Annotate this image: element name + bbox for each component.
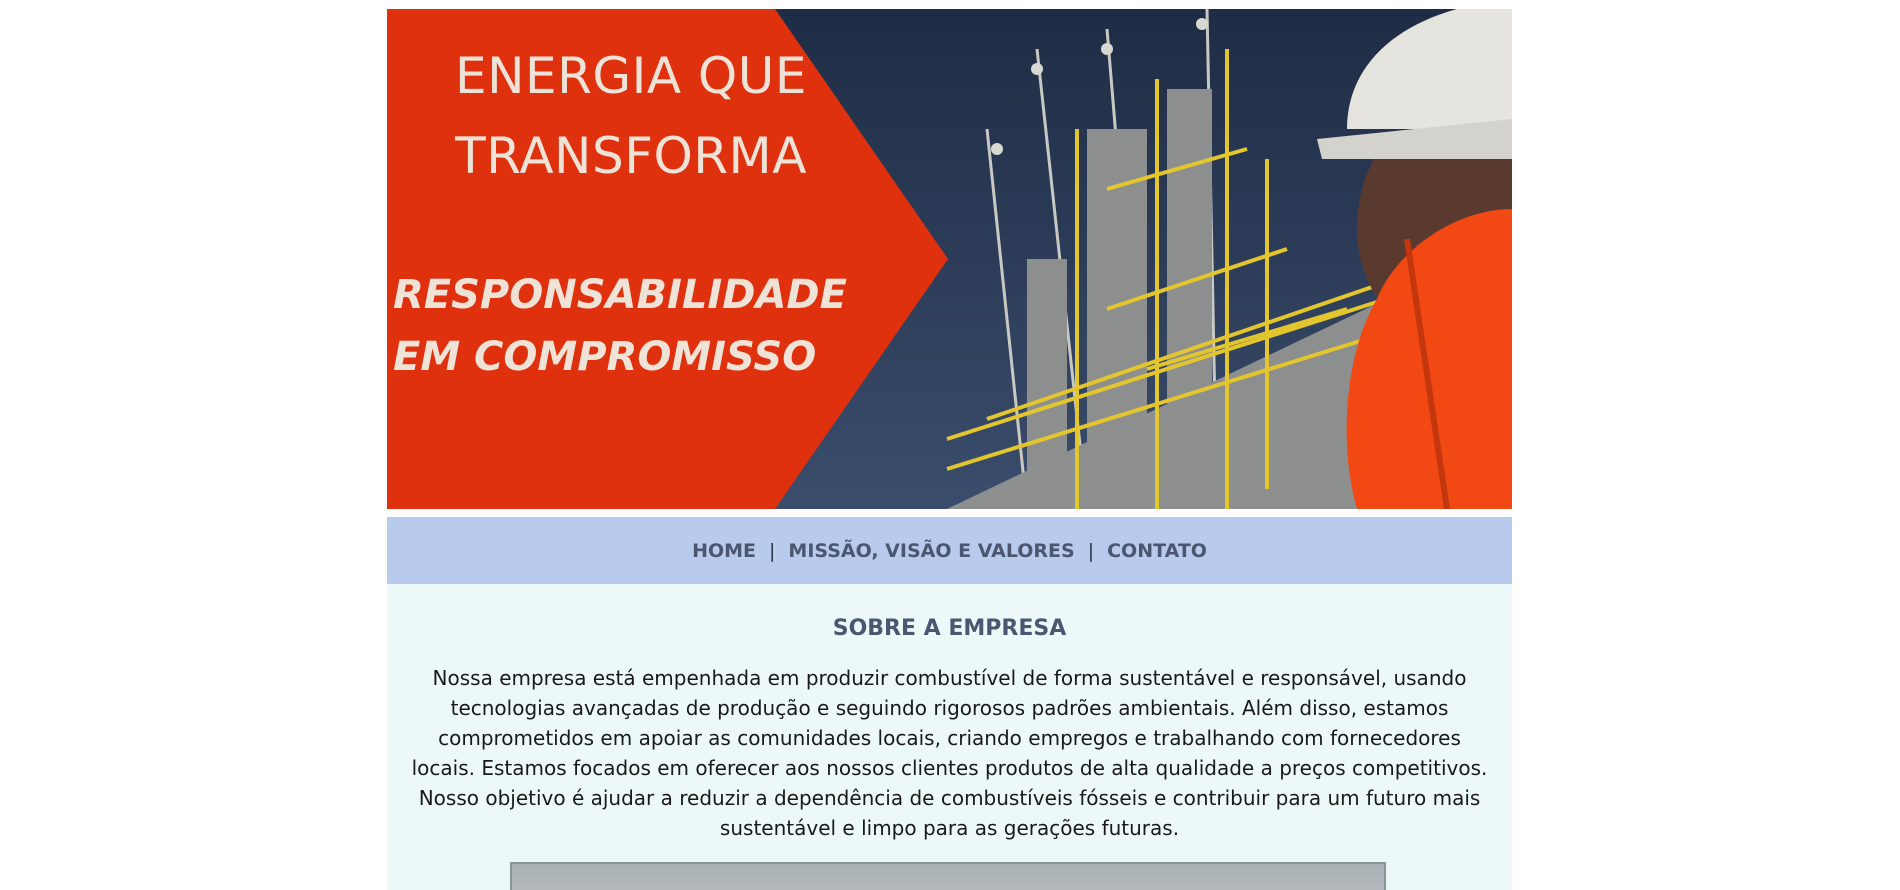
hero-banner: ENERGIA QUE TRANSFORMA RESPONSABILIDADE … (387, 9, 1512, 509)
nav-separator: | (769, 539, 776, 562)
hero-tagline-line1: RESPONSABILIDADE (393, 272, 847, 318)
nav-item-contato[interactable]: CONTATO (1107, 540, 1207, 562)
about-section: SOBRE A EMPRESA Nossa empresa está empen… (387, 584, 1512, 890)
page-container: ENERGIA QUE TRANSFORMA RESPONSABILIDADE … (387, 9, 1512, 890)
about-text: Nossa empresa está empenhada em produzir… (411, 666, 1488, 840)
nav-separator: | (1087, 539, 1095, 562)
about-image (510, 862, 1386, 890)
hero-tagline: RESPONSABILIDADE EM COMPROMISSO (393, 264, 847, 388)
hero-tagline-line2: EM COMPROMISSO (393, 334, 817, 380)
about-title: SOBRE A EMPRESA (832, 616, 1067, 641)
nav-item-missao-visao-valores[interactable]: MISSÃO, VISÃO E VALORES (788, 540, 1074, 562)
hero-headline: ENERGIA QUE TRANSFORMA (455, 47, 807, 185)
nav-item-home[interactable]: HOME (692, 540, 756, 562)
main-nav: HOME | MISSÃO, VISÃO E VALORES | CONTATO (387, 517, 1512, 584)
